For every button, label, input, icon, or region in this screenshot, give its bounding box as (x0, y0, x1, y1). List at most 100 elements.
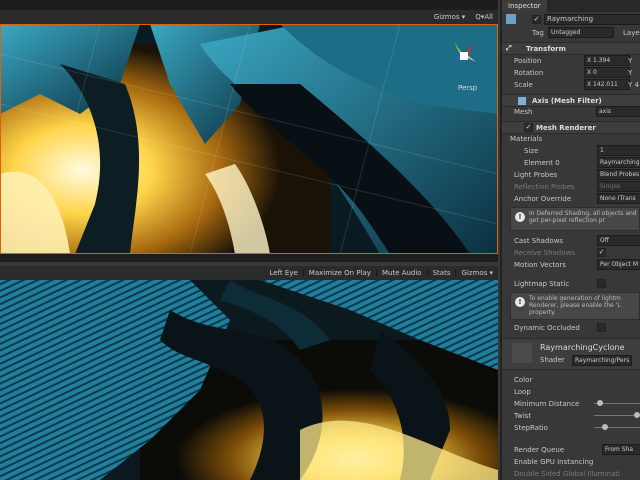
dynamic-occluded-checkbox[interactable] (597, 323, 606, 332)
minimum-distance-label: Minimum Distance (514, 399, 580, 408)
gpu-instancing-label: Enable GPU Instancing (514, 457, 594, 466)
loop-row: Loop (502, 386, 640, 397)
loop-label: Loop (514, 387, 531, 396)
lightmap-info-text: To enable generation of lightm Renderer,… (529, 295, 621, 316)
gpu-instancing-row: Enable GPU Instancing (502, 456, 640, 467)
scene-toolbar: Gizmos ▾ Q▾All (0, 10, 498, 25)
object-name-field[interactable]: Raymarching (544, 14, 640, 25)
position-y-label: Y (628, 56, 633, 65)
mesh-renderer-enabled-checkbox[interactable]: ✓ (524, 123, 533, 132)
scene-orientation-gizmo-icon[interactable] (444, 36, 484, 80)
material-header[interactable]: RaymarchingCyclone Shader Raymarching/Pe… (502, 338, 640, 370)
twist-label: Twist (514, 411, 532, 420)
scene-search-filter[interactable]: Q▾All (470, 13, 498, 21)
render-queue-row: Render Queue From Sha (502, 444, 640, 455)
render-queue-label: Render Queue (514, 445, 565, 454)
layer-label: Layer (623, 28, 640, 37)
game-gizmos-dropdown[interactable]: Gizmos ▾ (455, 269, 498, 277)
motion-vectors-dropdown[interactable]: Per Object M (597, 259, 640, 270)
rotation-row: Rotation X 0 Y (502, 67, 640, 78)
deferred-info-text: In Deferred Shading, all objects and get… (529, 210, 637, 224)
light-probes-label: Light Probes (514, 170, 558, 179)
scale-y-label: Y 4 (628, 80, 639, 89)
light-probes-dropdown[interactable]: Blend Probes (597, 169, 640, 180)
double-sided-gi-label: Double Sided Global Illuminati (514, 469, 620, 478)
element-label: Element 0 (524, 158, 560, 167)
reflection-probes-row: Reflection Probes Simple (502, 181, 640, 192)
scale-row: Scale X 142.011 Y 4 (502, 79, 640, 90)
lightmap-static-row: Lightmap Static (502, 278, 640, 289)
twist-row: Twist (502, 410, 640, 421)
shader-label: Shader (540, 356, 565, 364)
slider-thumb-icon[interactable] (602, 424, 608, 430)
object-active-checkbox[interactable]: ✓ (532, 15, 541, 24)
size-row: Size 1 (502, 145, 640, 156)
scene-view[interactable]: Gizmos ▾ Q▾All Persp (0, 0, 498, 262)
info-icon: ! (515, 212, 525, 222)
cast-shadows-dropdown[interactable]: Off (597, 235, 640, 246)
step-ratio-label: StepRatio (514, 423, 548, 432)
maximize-on-play-toggle[interactable]: Maximize On Play (302, 269, 376, 277)
deferred-info-box: ! In Deferred Shading, all objects and g… (510, 207, 640, 231)
dynamic-occluded-row: Dynamic Occluded (502, 322, 640, 333)
materials-row[interactable]: Materials (502, 133, 640, 144)
slider-thumb-icon[interactable] (597, 400, 603, 406)
step-ratio-slider[interactable] (594, 427, 640, 428)
scene-persp-label[interactable]: Persp (458, 84, 477, 92)
cast-shadows-row: Cast Shadows Off (502, 235, 640, 246)
motion-vectors-label: Motion Vectors (514, 260, 566, 269)
tag-label: Tag (532, 28, 544, 37)
color-row: Color (502, 374, 640, 385)
transform-title: Transform (526, 44, 566, 53)
cast-shadows-label: Cast Shadows (514, 236, 564, 245)
double-sided-gi-row: Double Sided Global Illuminati (502, 468, 640, 479)
rotation-x-field[interactable]: X 0 (584, 67, 630, 78)
inspector-tab[interactable]: Inspector (502, 0, 547, 12)
lightmap-info-box: ! To enable generation of lightm Rendere… (510, 292, 640, 320)
inspector-material: Dynamic Occluded RaymarchingCyclone Shad… (500, 320, 640, 480)
material-sphere-icon (512, 343, 532, 363)
scale-x-field[interactable]: X 142.011 (584, 79, 630, 90)
motion-vectors-row: Motion Vectors Per Object M (502, 259, 640, 270)
mesh-field[interactable]: axis (596, 106, 640, 117)
lightmap-static-checkbox[interactable] (597, 279, 606, 288)
lightmap-static-label: Lightmap Static (514, 279, 570, 288)
rotation-label: Rotation (514, 68, 544, 77)
light-probes-row: Light Probes Blend Probes (502, 169, 640, 180)
tag-dropdown[interactable]: Untagged (548, 27, 614, 38)
position-x-field[interactable]: X 1.394 (584, 55, 630, 66)
mesh-renderer-title: Mesh Renderer (536, 123, 596, 132)
anchor-override-field[interactable]: None (Trans (597, 193, 640, 204)
game-left-eye-dropdown[interactable]: Left Eye (265, 269, 303, 277)
receive-shadows-label: Receive Shadows (514, 248, 575, 257)
slider-thumb-icon[interactable] (634, 412, 640, 418)
transform-icon: ⤢ (506, 44, 512, 52)
mesh-filter-title: Axis (Mesh Filter) (532, 96, 602, 105)
tag-layer-row: Tag Untagged Layer (502, 27, 640, 38)
reflection-probes-dropdown[interactable]: Simple (597, 181, 640, 192)
anchor-override-label: Anchor Override (514, 194, 572, 203)
shader-dropdown[interactable]: Raymarching/Pers (572, 355, 633, 366)
rotation-y-label: Y (628, 68, 633, 77)
anchor-override-row: Anchor Override None (Trans (502, 193, 640, 204)
info-icon: ! (515, 297, 525, 307)
transform-header[interactable]: ⤢ Transform (502, 42, 640, 55)
stats-toggle[interactable]: Stats (426, 269, 456, 277)
inspector-tab-bar: Inspector (502, 0, 640, 12)
scene-view-frame (0, 24, 498, 254)
color-label: Color (514, 375, 533, 384)
mesh-filter-icon (518, 96, 526, 105)
game-cave-render (0, 280, 498, 480)
element-row: Element 0 Raymarching (502, 157, 640, 168)
mute-audio-toggle[interactable]: Mute Audio (375, 269, 427, 277)
receive-shadows-row: Receive Shadows ✓ (502, 247, 640, 258)
scale-label: Scale (514, 80, 533, 89)
render-queue-dropdown[interactable]: From Sha (602, 444, 640, 455)
element-field[interactable]: Raymarching (597, 157, 640, 168)
cube-icon (506, 14, 516, 24)
receive-shadows-checkbox[interactable]: ✓ (597, 248, 606, 257)
object-header: ✓ Raymarching (502, 14, 640, 25)
scene-gizmos-dropdown[interactable]: Gizmos ▾ (429, 13, 471, 21)
size-label: Size (524, 146, 539, 155)
size-field[interactable]: 1 (597, 145, 640, 156)
